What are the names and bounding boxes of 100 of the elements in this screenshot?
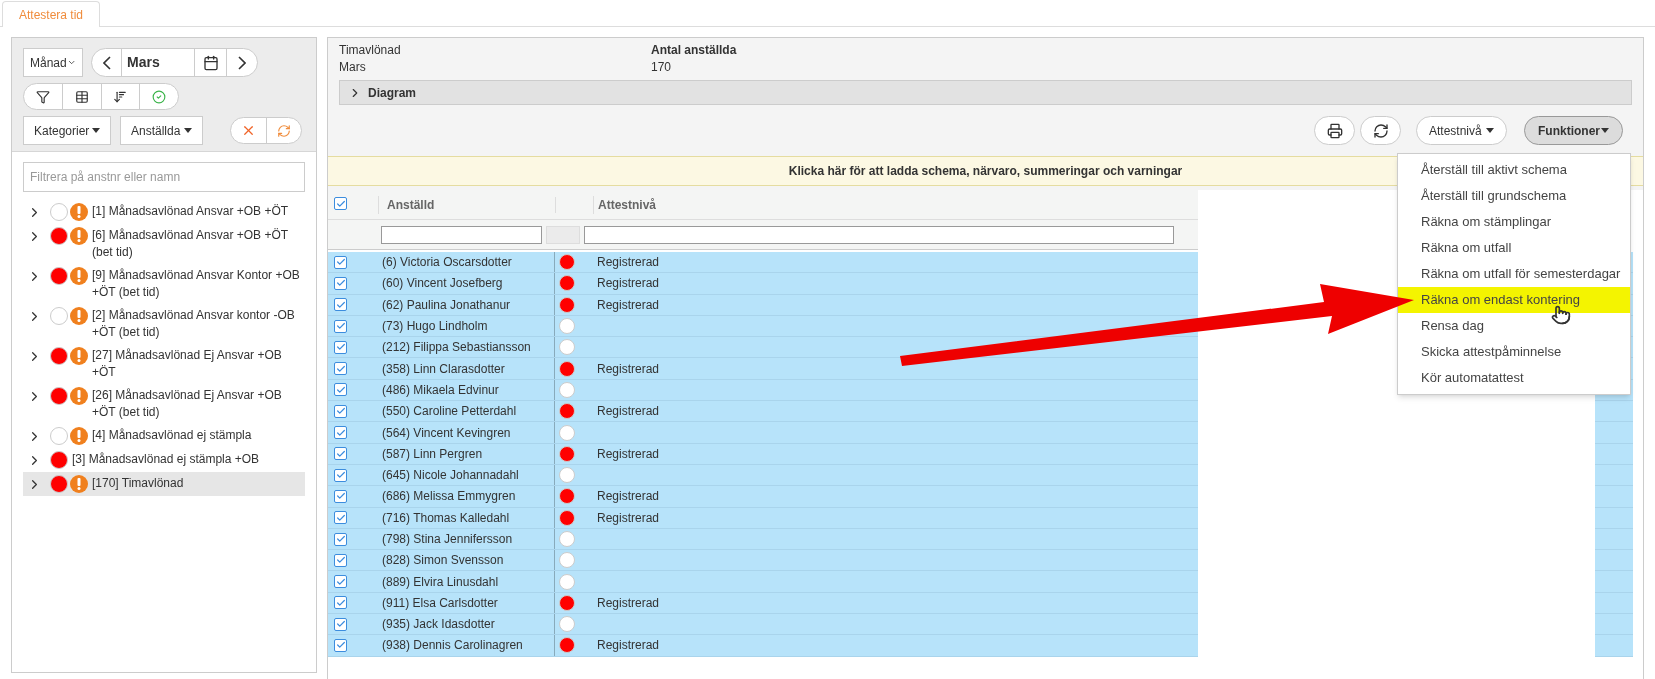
tree-item[interactable]: [6] Månadsavlönad Ansvar +OB +ÖT (bet tid)	[23, 224, 305, 264]
checkbox[interactable]	[334, 362, 347, 376]
menu-item[interactable]: Räkna om utfall för semesterdagar	[1398, 261, 1630, 287]
chevron-left-icon	[102, 55, 111, 70]
checkbox[interactable]	[334, 532, 347, 546]
menu-item[interactable]: Återställ till grundschema	[1398, 183, 1630, 209]
chevron-right-icon	[238, 55, 246, 70]
table-cell: (828) Simon Svensson	[378, 550, 555, 571]
table-cell	[1595, 464, 1633, 487]
tree-item[interactable]: [170] Timavlönad	[23, 472, 305, 496]
tree-item[interactable]: [1] Månadsavlönad Ansvar +OB +ÖT	[23, 200, 305, 224]
table-cell	[1595, 528, 1633, 551]
checkbox[interactable]	[334, 596, 347, 610]
tree-item[interactable]: [26] Månadsavlönad Ej Ansvar +OB +ÖT (bet tid)	[23, 384, 305, 424]
tree-item-label: [26] Månadsavlönad Ej Ansvar +OB +ÖT (bet tid)	[92, 387, 283, 421]
column-filter-field[interactable]	[381, 225, 542, 244]
summary-value: 170	[651, 59, 673, 76]
table-cell: (60) Vincent Josefberg	[378, 273, 555, 294]
hand-cursor-icon	[1551, 305, 1571, 325]
tree-item[interactable]: [9] Månadsavlönad Ansvar Kontor +OB +ÖT (bet tid)	[23, 264, 305, 304]
table-cell-text: Registrerad	[596, 488, 660, 506]
refresh-icon	[276, 123, 291, 138]
table-cell: (938) Dennis Carolinagren	[378, 635, 555, 656]
summary-label: Timavlönad	[339, 42, 402, 59]
table-cell-text: Registrerad	[596, 445, 660, 463]
menu-item[interactable]: Återställ till aktivt schema	[1398, 157, 1630, 183]
menu-item[interactable]: Rensa dag	[1398, 313, 1630, 339]
period-select[interactable]: Månad	[23, 48, 83, 77]
table-cell: (62) Paulina Jonathanur	[378, 294, 555, 315]
table-cell	[1595, 592, 1633, 615]
table-cell	[1595, 635, 1633, 657]
checkbox[interactable]	[334, 383, 347, 397]
table-cell: (935) Jack Idasdotter	[378, 614, 555, 635]
checkbox[interactable]	[334, 340, 347, 354]
tree-item-label: [6] Månadsavlönad Ansvar +OB +ÖT (bet tid)	[92, 227, 289, 261]
table-cell	[1595, 401, 1633, 423]
table-cell-text: Registrerad	[596, 403, 660, 421]
diagram-header[interactable]: Diagram	[339, 80, 1632, 105]
column-header[interactable]: Attestnivå	[593, 195, 1198, 214]
checkbox[interactable]	[334, 426, 347, 439]
table-cell-text: Registrerad	[596, 275, 660, 293]
tree-item[interactable]: [4] Månadsavlönad ej stämpla	[23, 424, 305, 448]
table-cell	[1595, 422, 1633, 444]
table-cell-text: Registrerad	[596, 594, 660, 612]
menu-item[interactable]: Räkna om endast kontering	[1398, 287, 1630, 313]
checkbox[interactable]	[334, 197, 347, 210]
table-cell: (550) Caroline Petterdahl	[378, 401, 555, 422]
attest-level-select[interactable]: Attestnivå	[1416, 116, 1507, 145]
print-button[interactable]	[1314, 116, 1355, 145]
column-filter-field[interactable]	[584, 225, 1174, 244]
checkbox[interactable]	[334, 319, 347, 333]
summary-value: Mars	[339, 59, 367, 76]
checkbox[interactable]	[334, 255, 347, 269]
checkbox[interactable]	[334, 489, 347, 503]
employees-select[interactable]: Anställda	[120, 116, 203, 145]
tree-item-label: [3] Månadsavlönad ej stämpla +OB	[72, 451, 261, 468]
refresh-button[interactable]	[1360, 116, 1401, 145]
checkbox[interactable]	[334, 298, 347, 312]
tree-item-label: [4] Månadsavlönad ej stämpla	[92, 427, 253, 444]
column-filter-field	[546, 225, 580, 244]
menu-item[interactable]: Skicka attestpåminnelse	[1398, 339, 1630, 365]
table-cell-text: Registrerad	[596, 296, 660, 314]
checkbox[interactable]	[334, 553, 347, 567]
month-label: Mars	[126, 53, 161, 72]
column-header[interactable]: Anställd	[378, 195, 555, 214]
checkbox[interactable]	[334, 276, 347, 290]
table-cell: (6) Victoria Oscarsdotter	[378, 252, 555, 273]
tree-item[interactable]: [2] Månadsavlönad Ansvar kontor -OB +ÖT (bet tid)	[23, 304, 305, 344]
checkbox[interactable]	[334, 575, 347, 589]
checkbox[interactable]	[334, 617, 347, 631]
calendar-button[interactable]	[194, 49, 227, 76]
checkbox[interactable]	[334, 511, 347, 525]
menu-item[interactable]: Räkna om stämplingar	[1398, 209, 1630, 235]
tree-item-label: [27] Månadsavlönad Ej Ansvar +OB +ÖT	[92, 347, 283, 381]
checkbox[interactable]	[334, 468, 347, 482]
tree-item[interactable]: [3] Månadsavlönad ej stämpla +OB	[23, 448, 305, 472]
table-cell-text: Registrerad	[596, 637, 660, 655]
table-cell-text: Registrerad	[596, 360, 660, 378]
menu-item[interactable]: Räkna om utfall	[1398, 235, 1630, 261]
category-select[interactable]: Kategorier	[23, 116, 111, 145]
filter-field[interactable]: Filtrera på anstnr eller namn	[23, 162, 305, 192]
table-cell	[1595, 507, 1633, 529]
table-cell: (645) Nicole Johannadahl	[378, 464, 555, 486]
table-cell: (587) Linn Pergren	[378, 443, 555, 464]
checkbox[interactable]	[334, 404, 347, 418]
sort-icon	[113, 89, 128, 104]
table-cell	[1595, 486, 1633, 508]
check-circle-icon	[152, 89, 167, 104]
table-cell: (716) Thomas Kalledahl	[378, 507, 555, 528]
table-cell	[1595, 443, 1633, 465]
tree-item-label: [1] Månadsavlönad Ansvar +OB +ÖT	[92, 203, 290, 220]
table-cell: (686) Melissa Emmygren	[378, 486, 555, 507]
checkbox[interactable]	[334, 639, 347, 652]
checkbox[interactable]	[334, 447, 347, 461]
tree-item-label: [2] Månadsavlönad Ansvar kontor -OB +ÖT (bet tid)	[92, 307, 296, 341]
tree-item[interactable]: [27] Månadsavlönad Ej Ansvar +OB +ÖT	[23, 344, 305, 384]
menu-item[interactable]: Kör automatattest	[1398, 365, 1630, 391]
table-cell: (889) Elvira Linusdahl	[378, 571, 555, 592]
functions-button[interactable]: Funktioner	[1524, 116, 1623, 145]
table-cell: (73) Hugo Lindholm	[378, 315, 555, 337]
